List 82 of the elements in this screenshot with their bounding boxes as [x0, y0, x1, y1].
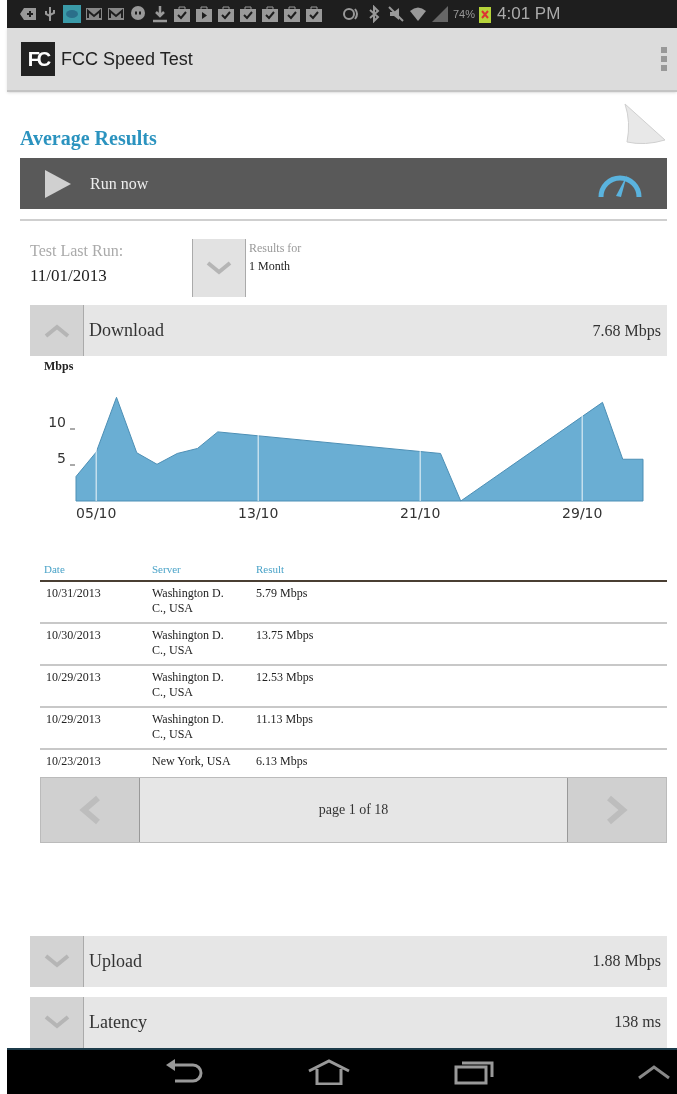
back-icon[interactable]	[165, 1059, 203, 1085]
period-value: 1 Month	[249, 258, 291, 275]
column-header: Result	[255, 562, 285, 577]
section-label: Latency	[89, 1010, 148, 1034]
accordion-header[interactable]: Download 7.68 Mbps	[30, 305, 667, 356]
table-cell-text: 10/30/2013	[45, 627, 102, 644]
section-label: Download	[89, 319, 165, 342]
section-value: 138 ms	[614, 1012, 661, 1032]
table-cell-text: Washington D. C., USA	[151, 585, 225, 617]
table-cell-text: 12.53 Mbps	[255, 669, 314, 686]
chevron-down-icon	[206, 261, 232, 275]
store-bag-icon	[239, 5, 257, 23]
tick-mark	[69, 464, 76, 466]
add-icon	[19, 5, 37, 23]
overflow-menu-icon[interactable]	[661, 47, 667, 71]
toggle-button[interactable]	[30, 996, 84, 1048]
x-tick-label: 29/10	[562, 505, 603, 521]
x-tick-label: 05/10	[76, 505, 117, 521]
store-bag-icon	[261, 5, 279, 23]
mail-icon	[107, 5, 125, 23]
table-cell-text: 11.13 Mbps	[255, 711, 313, 728]
x-tick-label: 21/10	[400, 505, 441, 521]
accordion-header[interactable]: Upload 1.88 Mbps	[30, 935, 667, 987]
chat-icon	[129, 5, 147, 23]
page-title: Average Results	[20, 126, 157, 152]
table-cell-text: 13.75 Mbps	[255, 627, 314, 644]
app-title: FCC Speed Test	[61, 47, 194, 71]
accordion-header[interactable]: Latency 138 ms	[30, 996, 667, 1048]
table-cell-text: 10/29/2013	[45, 669, 102, 686]
store-bag-icon	[283, 5, 301, 23]
store-bag-icon	[217, 5, 235, 23]
period-label: Results for	[249, 240, 302, 257]
table-cell-text: 10/31/2013	[45, 585, 102, 602]
toggle-button[interactable]	[30, 305, 84, 356]
home-icon[interactable]	[307, 1059, 351, 1085]
chevron-down-icon	[43, 1015, 70, 1029]
store-bag-icon	[173, 5, 191, 23]
toggle-button[interactable]	[30, 935, 84, 987]
chevron-up-icon[interactable]	[637, 1064, 671, 1080]
battery-percentage: 74%	[453, 6, 476, 22]
table-cell-text: Washington D. C., USA	[151, 669, 225, 701]
nfc-icon	[343, 5, 361, 23]
table-cell-text: 10/23/2013	[45, 753, 102, 770]
y-tick-label: 10	[48, 414, 66, 430]
table-cell-text: Washington D. C., USA	[151, 711, 225, 743]
table-cell-text: 5.79 Mbps	[255, 585, 308, 602]
clock: 4:01 PM	[497, 3, 561, 26]
run-now-button[interactable]: Run now	[20, 158, 667, 209]
table-cell-text: New York, USA	[151, 753, 232, 770]
app-icon	[63, 5, 81, 23]
mute-icon	[387, 5, 405, 23]
table-cell-text: 10/29/2013	[45, 711, 102, 728]
recent-apps-icon[interactable]	[454, 1059, 494, 1085]
table-cell-text: 6.13 Mbps	[255, 753, 308, 770]
wifi-icon	[409, 5, 427, 23]
period-dropdown-button[interactable]	[192, 239, 246, 297]
mail-icon	[85, 5, 103, 23]
tick-mark	[69, 428, 76, 430]
chevron-up-icon	[43, 323, 70, 338]
download-icon	[151, 5, 169, 23]
store-bag-icon	[305, 5, 323, 23]
next-page-button[interactable]	[567, 777, 666, 842]
x-tick-label: 13/10	[238, 505, 279, 521]
play-icon	[44, 168, 72, 199]
column-header: Date	[43, 562, 66, 577]
section-value: 7.68 Mbps	[592, 320, 661, 342]
page-indicator: page 1 of 18	[317, 801, 390, 819]
page-curl-icon	[621, 102, 667, 146]
column-header: Server	[151, 562, 182, 577]
battery-icon	[479, 5, 492, 23]
chevron-down-icon	[43, 954, 70, 968]
last-run-date: 11/01/2013	[30, 265, 108, 287]
signal-icon	[431, 5, 449, 23]
axis-label: Mbps	[44, 360, 74, 373]
previous-page-button[interactable]	[41, 777, 140, 842]
table-cell-text: Washington D. C., USA	[151, 627, 225, 659]
section-label: Upload	[89, 949, 143, 973]
play-store-icon	[195, 5, 213, 23]
last-run-label: Test Last Run:	[30, 241, 125, 261]
section-value: 1.88 Mbps	[592, 951, 661, 972]
y-tick-label: 5	[57, 450, 66, 466]
app-logo: FC	[21, 42, 55, 76]
